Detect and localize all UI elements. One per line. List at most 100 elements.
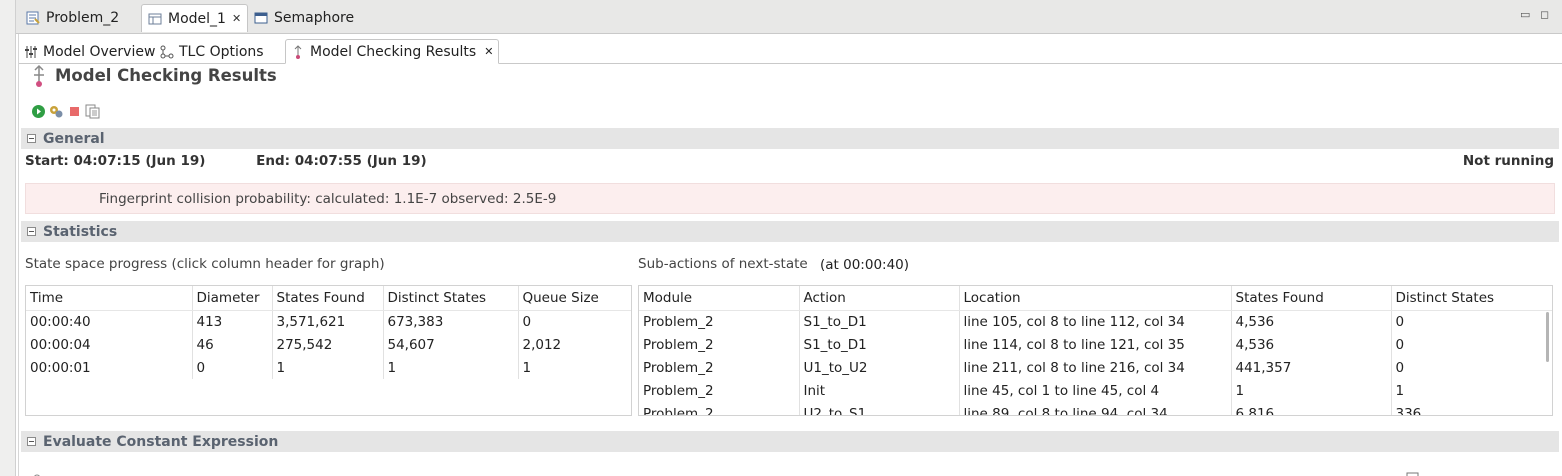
section-title: Evaluate Constant Expression	[43, 433, 279, 450]
run-options-icon[interactable]	[49, 104, 64, 119]
cell: 1	[1395, 382, 1405, 399]
editor-tab-bar: Problem_2 Model_1 ✕ Semaphore ▭ ◻	[0, 0, 1562, 476]
table-row[interactable]: Problem_2 U1_to_U2 line 211, col 8 to li…	[639, 356, 1552, 379]
column-header-action[interactable]: Action	[799, 286, 960, 311]
copy-icon[interactable]	[85, 104, 100, 119]
cell: 46	[192, 333, 273, 356]
page-title: Model Checking Results	[55, 66, 277, 85]
cell: 413	[192, 310, 273, 333]
cell: 54,607	[383, 333, 519, 356]
cell: 1	[522, 359, 532, 376]
tab-model-checking-results[interactable]: Model Checking Results ✕	[285, 39, 500, 64]
table-row[interactable]: Problem_2 Init line 45, col 1 to line 45…	[639, 379, 1552, 402]
tab-tlc-options[interactable]: TLC Options	[155, 39, 269, 64]
collapse-icon[interactable]	[27, 437, 36, 446]
cell: 0	[1395, 336, 1405, 353]
close-icon[interactable]: ✕	[484, 45, 493, 58]
cell: 336	[1395, 405, 1422, 416]
left-gutter	[0, 0, 16, 476]
section-general[interactable]: General	[21, 128, 1559, 149]
column-header-distinct-states[interactable]: Distinct States	[383, 286, 519, 311]
table-header-row: Time Diameter States Found Distinct Stat…	[26, 286, 631, 311]
cell: 673,383	[383, 310, 519, 333]
stop-icon[interactable]	[67, 104, 82, 119]
cell: 4,536	[1231, 310, 1392, 333]
cell: Problem_2	[639, 379, 800, 402]
table-row[interactable]: 00:00:01 0 1 1 1	[26, 356, 631, 379]
subactions-label: Sub-actions of next-state	[638, 256, 808, 272]
cell: 00:00:04	[26, 333, 193, 356]
cell: 0	[1395, 359, 1405, 376]
tab-model-overview[interactable]: Model Overview	[19, 39, 160, 64]
tab-label: Model Checking Results	[310, 43, 477, 60]
model-editor: Model Overview TLC Options Model Checkin…	[18, 34, 1562, 476]
table-row[interactable]: 00:00:04 46 275,542 54,607 2,012	[26, 333, 631, 356]
minimize-icon[interactable]: ▭	[1520, 8, 1530, 21]
run-status: Not running	[1462, 153, 1554, 169]
fingerprint-text: Fingerprint collision probability: calcu…	[99, 190, 557, 207]
state-space-progress-label: State space progress (click column heade…	[25, 256, 385, 272]
subactions-timestamp: (at 00:00:40)	[820, 257, 910, 273]
cell: 2,012	[522, 336, 562, 353]
section-statistics[interactable]: Statistics	[21, 221, 1559, 242]
tla-module-icon	[26, 11, 40, 25]
cell: Init	[799, 379, 960, 402]
cell: 3,571,621	[272, 310, 384, 333]
vertical-scrollbar[interactable]	[1546, 312, 1549, 362]
column-header-module[interactable]: Module	[639, 286, 800, 311]
editor-tab-semaphore[interactable]: Semaphore	[248, 4, 360, 31]
results-title-icon	[34, 64, 44, 87]
cell: line 45, col 1 to line 45, col 4	[959, 379, 1232, 402]
column-header-states-found[interactable]: States Found	[1231, 286, 1392, 311]
column-header-location[interactable]: Location	[959, 286, 1232, 311]
column-header-queue-size[interactable]: Queue Size	[518, 286, 631, 311]
cell: 6,816	[1231, 402, 1392, 415]
cell: 4,536	[1231, 333, 1392, 356]
cell: 1	[383, 356, 519, 379]
checkbox-partial[interactable]	[1406, 470, 1456, 476]
tab-label: TLC Options	[179, 43, 264, 60]
table-row[interactable]: Problem_2 U2_to_S1 line 89, col 8 to lin…	[639, 402, 1552, 416]
editor-tab-model-1[interactable]: Model_1 ✕	[141, 4, 249, 32]
cell: line 89, col 8 to line 94, col 34	[959, 402, 1232, 415]
cell: U2_to_S1	[799, 402, 960, 415]
start-time: Start: 04:07:15 (Jun 19)	[25, 153, 206, 169]
collapse-icon[interactable]	[27, 227, 36, 236]
cell: S1_to_D1	[799, 333, 960, 356]
close-icon[interactable]: ✕	[232, 12, 241, 25]
window-icon	[254, 11, 268, 25]
maximize-icon[interactable]: ◻	[1540, 8, 1549, 21]
editor-tab-label: Semaphore	[274, 9, 355, 26]
table-row[interactable]: 00:00:40 413 3,571,621 673,383 0	[26, 310, 631, 333]
cell: 0	[522, 313, 532, 330]
cell: 1	[1231, 379, 1392, 402]
cell: line 211, col 8 to line 216, col 34	[959, 356, 1232, 379]
form-tab-bar: Model Overview TLC Options Model Checkin…	[19, 36, 1562, 64]
results-icon	[291, 44, 305, 59]
table-row[interactable]: Problem_2 S1_to_D1 line 105, col 8 to li…	[639, 310, 1552, 333]
table-row[interactable]: Problem_2 S1_to_D1 line 114, col 8 to li…	[639, 333, 1552, 356]
sliders-icon	[24, 45, 38, 59]
column-header-time[interactable]: Time	[26, 286, 193, 311]
fingerprint-collision-box: Fingerprint collision probability: calcu…	[25, 183, 1555, 214]
state-space-progress-table: Time Diameter States Found Distinct Stat…	[25, 285, 632, 416]
run-icon[interactable]	[31, 104, 46, 119]
cell: Problem_2	[639, 402, 800, 415]
table-header-row: Module Action Location States Found Dist…	[639, 286, 1552, 311]
cell: 275,542	[272, 333, 384, 356]
cell: line 114, col 8 to line 121, col 35	[959, 333, 1232, 356]
editor-tab-problem-2[interactable]: Problem_2	[20, 4, 125, 31]
expression-label-partial	[33, 468, 63, 476]
column-header-distinct-states[interactable]: Distinct States	[1391, 286, 1552, 311]
cell: Problem_2	[639, 333, 800, 356]
collapse-icon[interactable]	[27, 134, 36, 143]
tab-label: Model Overview	[43, 43, 156, 60]
section-evaluate-constant-expression[interactable]: Evaluate Constant Expression	[21, 431, 1559, 452]
column-header-states-found[interactable]: States Found	[272, 286, 384, 311]
cell: U1_to_U2	[799, 356, 960, 379]
column-header-diameter[interactable]: Diameter	[192, 286, 273, 311]
cell: 0	[192, 356, 273, 379]
cell: Problem_2	[639, 356, 800, 379]
cell: S1_to_D1	[799, 310, 960, 333]
cell: 00:00:01	[26, 356, 193, 379]
